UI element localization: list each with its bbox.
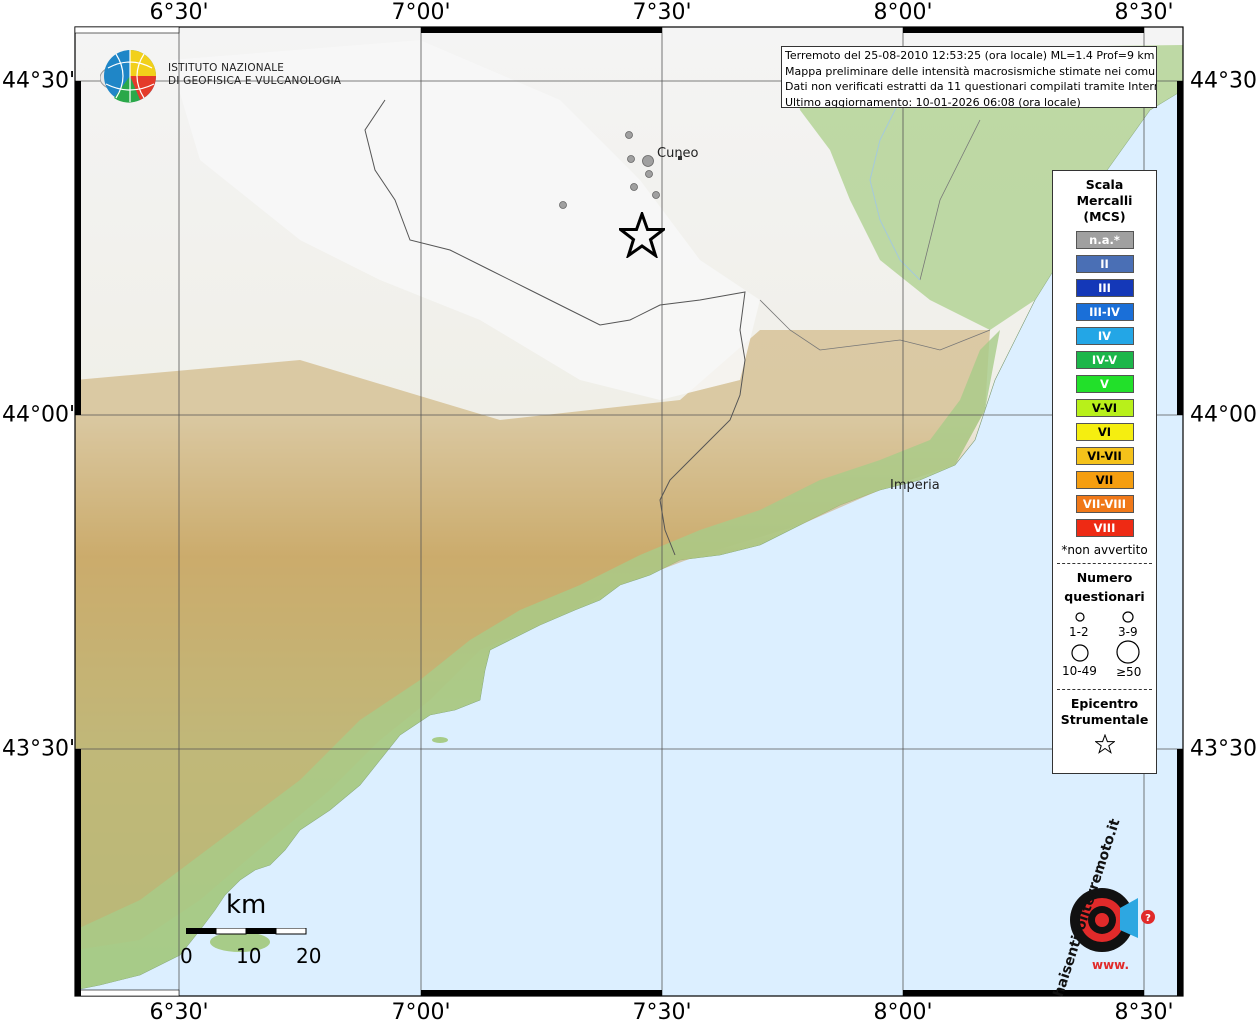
legend-panel: Scala Mercalli (MCS) n.a.* II III III-IV IV I… [1052, 170, 1157, 774]
size-circle-icon [1075, 612, 1085, 622]
lat-label-left: 43°30' [2, 736, 76, 762]
city-label-imperia: Imperia [890, 478, 940, 493]
intensity-swatch: VII [1075, 471, 1134, 489]
lat-label-left: 44°30' [2, 68, 76, 94]
scale-bar-graphic [186, 928, 307, 935]
lat-label-right: 44°00' [1190, 402, 1257, 428]
lon-label-top: 8°00' [873, 0, 933, 25]
lon-label-top: 7°30' [632, 0, 692, 25]
scale-tick-label: 0 [180, 944, 193, 968]
intensity-swatch: VIII [1075, 519, 1134, 537]
haisentito-logo-www: www. [1092, 958, 1130, 972]
epicenter-legend-star-icon [1093, 733, 1116, 754]
city-marker [678, 156, 682, 160]
not-felt-note: *non avvertito [1061, 543, 1148, 557]
legend-title: Scala [1085, 177, 1124, 192]
intensity-swatch: n.a.* [1075, 231, 1134, 249]
size-circle-icon [1122, 611, 1134, 623]
legend-title: Mercalli [1076, 193, 1133, 208]
lon-label-bottom: 6°30' [149, 1000, 209, 1025]
intensity-swatch: III [1075, 279, 1134, 297]
size-label: ≥50 [1116, 665, 1142, 679]
lat-label-right: 43°30' [1190, 736, 1257, 762]
scale-tick-label: 20 [296, 944, 322, 968]
count-size-legend: 1-2 3-9 10-49 ≥50 [1053, 605, 1156, 683]
event-info-line: Dati non verificati estratti da 11 quest… [785, 80, 1157, 93]
intensity-swatch: II [1075, 255, 1134, 273]
intensity-swatch: III-IV [1075, 303, 1134, 321]
intensity-swatch: IV [1075, 327, 1134, 345]
lon-label-bottom: 7°00' [391, 1000, 451, 1025]
intensity-swatch: VI [1075, 423, 1134, 441]
lon-label-top: 6°30' [149, 0, 209, 25]
lon-label-top: 8°30' [1114, 0, 1174, 25]
epicenter-star-icon [619, 212, 665, 258]
intensity-swatch: IV-V [1075, 351, 1134, 369]
lon-label-bottom: 8°00' [873, 1000, 933, 1025]
svg-text:?: ? [1145, 913, 1151, 924]
lat-label-left: 44°00' [2, 402, 76, 428]
ingv-name-line: ISTITUTO NAZIONALE [168, 62, 285, 74]
scale-unit: km [226, 890, 267, 920]
intensity-swatch: V-VI [1075, 399, 1134, 417]
epicenter-legend-title: Strumentale [1060, 712, 1149, 727]
lat-label-right: 44°30' [1190, 68, 1257, 94]
size-circle-icon [1116, 640, 1140, 664]
intensity-scale: n.a.* II III III-IV IV IV-V V V-VI VI VI-VII VII VI… [1053, 231, 1156, 537]
lon-label-top: 7°00' [391, 0, 451, 25]
intensity-swatch: VII-VIII [1075, 495, 1134, 513]
count-legend-title: Numero [1076, 570, 1133, 585]
lon-label-bottom: 7°30' [632, 1000, 692, 1025]
ingv-logo-text: ISTITUTO NAZIONALE DI GEOFISICA E VULCAN… [168, 62, 341, 88]
intensity-swatch: V [1075, 375, 1134, 393]
ingv-name-line: DI GEOFISICA E VULCANOLOGIA [168, 75, 342, 87]
event-info-line: Mappa preliminare delle intensità macros… [785, 64, 1157, 78]
size-label: 1-2 [1069, 625, 1089, 639]
island [432, 737, 448, 743]
event-info-line: Terremoto del 25-08-2010 12:53:25 (ora l… [785, 49, 1155, 62]
count-legend-title: questionari [1064, 589, 1145, 604]
intensity-swatch: VI-VII [1075, 447, 1134, 465]
scale-tick-label: 10 [236, 944, 262, 968]
epicenter-legend-title: Epicentro [1070, 696, 1139, 711]
event-info-box: Terremoto del 25-08-2010 12:53:25 (ora l… [781, 46, 1157, 108]
haisentito-logo[interactable]: ? haisentitoilterremoto.it www. [1040, 817, 1170, 999]
ingv-globe-icon [100, 50, 156, 103]
size-label: 3-9 [1118, 625, 1138, 639]
lon-label-bottom: 8°30' [1114, 1000, 1174, 1025]
size-circle-icon [1071, 644, 1089, 662]
legend-title: (MCS) [1083, 209, 1126, 224]
size-label: 10-49 [1062, 664, 1097, 678]
event-info-line: Ultimo aggiornamento: 10-01-2026 06:08 (… [785, 95, 1081, 108]
